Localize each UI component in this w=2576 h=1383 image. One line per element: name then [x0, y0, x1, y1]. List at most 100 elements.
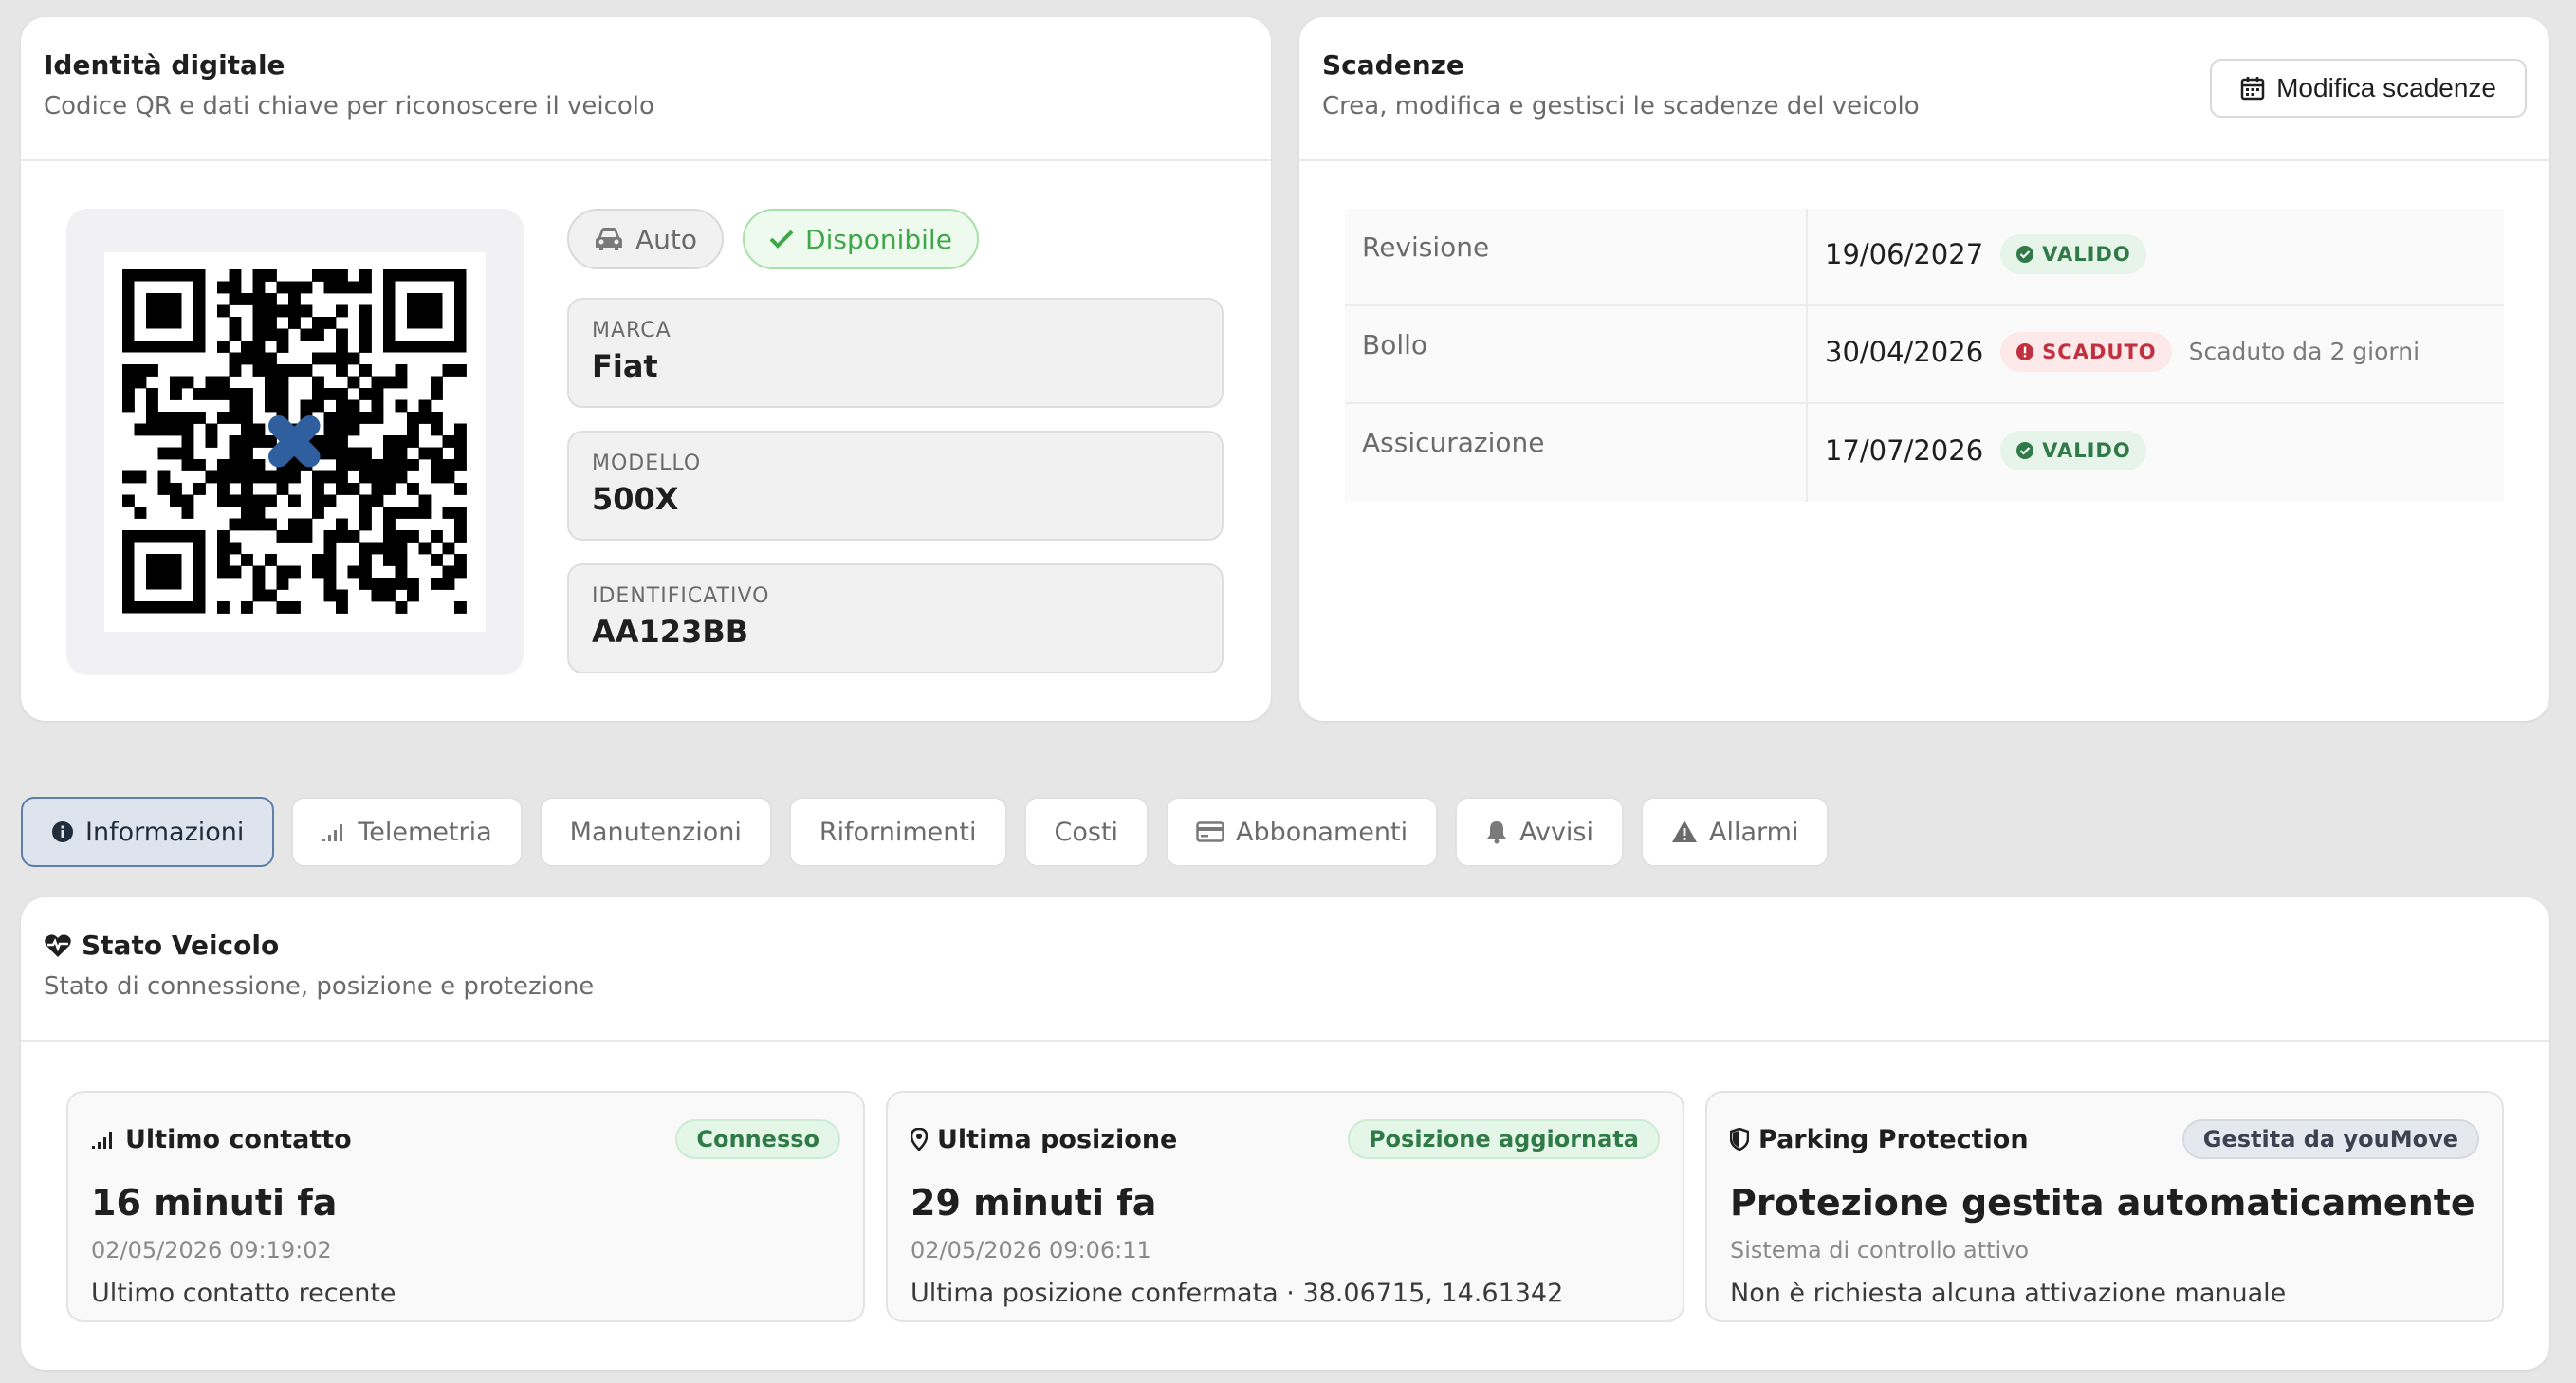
vehicle-type-label: Auto [635, 223, 698, 255]
last-contact-value: 16 minuti fa [91, 1182, 338, 1224]
status-badge: VALIDO [2000, 430, 2146, 470]
availability-label: Disponibile [805, 223, 952, 255]
signal-icon [322, 821, 346, 842]
identity-title: Identità digitale [44, 49, 285, 81]
identity-header: Identità digitale Codice QR e dati chiav… [21, 17, 1271, 161]
identifier-field: IDENTIFICATIVO AA123BB [567, 563, 1224, 673]
identifier-value: AA123BB [592, 614, 749, 650]
signal-icon [91, 1129, 116, 1150]
brand-value: Fiat [592, 348, 658, 384]
tab-avvisi[interactable]: Avvisi [1455, 797, 1624, 867]
vehicle-tabs: Informazioni Telemetria Manutenzioni Rif… [21, 797, 1830, 867]
last-contact-description: Ultimo contatto recente [91, 1279, 396, 1308]
tab-label: Abbonamenti [1236, 817, 1408, 847]
status-badge-label: VALIDO [2042, 438, 2131, 462]
credit-card-icon [1196, 821, 1224, 842]
parking-protection-system: Sistema di controllo attivo [1730, 1237, 2030, 1263]
status-title: Stato Veicolo [82, 930, 280, 961]
last-position-title: Ultima posizione [937, 1124, 1178, 1154]
tab-informazioni[interactable]: Informazioni [21, 797, 275, 867]
tab-label: Manutenzioni [569, 817, 742, 847]
deadlines-table: Revisione 19/06/2027 VALIDO Bollo 30/04/… [1345, 209, 2504, 502]
tab-label: Allarmi [1709, 817, 1799, 847]
deadline-date: 17/07/2026 [1825, 433, 1984, 467]
last-position-title-row: Ultima posizione [911, 1125, 1177, 1154]
last-contact-title-row: Ultimo contatto [91, 1125, 352, 1154]
deadline-name: Assicurazione [1345, 404, 1808, 502]
last-contact-timestamp: 02/05/2026 09:19:02 [91, 1237, 332, 1263]
deadline-value: 30/04/2026 SCADUTO Scaduto da 2 giorni [1808, 301, 2504, 402]
bell-icon [1485, 820, 1508, 844]
qr-panel [66, 209, 524, 675]
alert-circle-icon [2015, 342, 2034, 361]
parking-protection-card: Parking Protection Gestita da youMove Pr… [1705, 1091, 2504, 1322]
connected-tag: Connesso [675, 1119, 840, 1159]
deadline-row-assicurazione: Assicurazione 17/07/2026 VALIDO [1345, 404, 2504, 502]
tab-costi[interactable]: Costi [1023, 797, 1150, 867]
tab-manutenzioni[interactable]: Manutenzioni [539, 797, 772, 867]
parking-protection-value: Protezione gestita automaticamente [1730, 1182, 2475, 1224]
tab-label: Informazioni [85, 817, 245, 847]
tab-label: Costi [1054, 817, 1119, 847]
status-badge-label: VALIDO [2042, 242, 2131, 266]
model-field: MODELLO 500X [567, 431, 1224, 541]
check-circle-icon [2015, 441, 2034, 460]
last-contact-title: Ultimo contatto [125, 1124, 352, 1154]
identity-card: Identità digitale Codice QR e dati chiav… [21, 17, 1271, 721]
last-position-value: 29 minuti fa [911, 1182, 1157, 1224]
map-pin-icon [911, 1128, 928, 1151]
tab-label: Rifornimenti [819, 817, 977, 847]
deadlines-header: Scadenze Crea, modifica e gestisci le sc… [1299, 17, 2549, 161]
shield-icon [1730, 1128, 1749, 1151]
last-contact-card: Ultimo contatto Connesso 16 minuti fa 02… [66, 1091, 865, 1322]
deadline-name: Bollo [1345, 306, 1808, 402]
deadline-value: 19/06/2027 VALIDO [1808, 203, 2504, 304]
brand-field: MARCA Fiat [567, 298, 1224, 408]
tab-label: Avvisi [1519, 817, 1593, 847]
position-updated-tag: Posizione aggiornata [1347, 1119, 1660, 1159]
calendar-icon [2240, 76, 2265, 101]
last-position-description: Ultima posizione confermata · 38.06715, … [911, 1279, 1564, 1308]
qr-code [104, 252, 486, 632]
deadline-value: 17/07/2026 VALIDO [1808, 398, 2504, 502]
check-icon [769, 229, 794, 249]
tab-rifornimenti[interactable]: Rifornimenti [788, 797, 1007, 867]
deadline-date: 30/04/2026 [1825, 335, 1984, 368]
tab-abbonamenti[interactable]: Abbonamenti [1166, 797, 1439, 867]
deadline-name: Revisione [1345, 209, 1808, 304]
identifier-label: IDENTIFICATIVO [592, 584, 770, 608]
brand-label: MARCA [592, 319, 672, 342]
model-label: MODELLO [592, 452, 702, 475]
edit-deadlines-label: Modifica scadenze [2276, 73, 2496, 102]
identity-subtitle: Codice QR e dati chiave per riconoscere … [44, 92, 654, 120]
warning-icon [1671, 820, 1698, 844]
identity-pills: Auto Disponibile [567, 209, 979, 269]
info-icon [51, 821, 74, 843]
tab-telemetria[interactable]: Telemetria [291, 797, 523, 867]
deadline-date: 19/06/2027 [1825, 237, 1984, 270]
parking-protection-title: Parking Protection [1758, 1124, 2029, 1154]
deadline-row-revisione: Revisione 19/06/2027 VALIDO [1345, 209, 2504, 306]
parking-protection-title-row: Parking Protection [1730, 1125, 2029, 1154]
tab-allarmi[interactable]: Allarmi [1641, 797, 1830, 867]
last-position-card: Ultima posizione Posizione aggiornata 29… [886, 1091, 1684, 1322]
edit-deadlines-button[interactable]: Modifica scadenze [2210, 59, 2527, 118]
model-value: 500X [592, 481, 679, 517]
parking-protection-description: Non è richiesta alcuna attivazione manua… [1730, 1279, 2287, 1308]
status-badge-label: SCADUTO [2042, 340, 2157, 363]
check-circle-icon [2015, 245, 2034, 264]
deadline-note: Scaduto da 2 giorni [2188, 338, 2420, 365]
status-badge: SCADUTO [2000, 331, 2172, 372]
car-icon [594, 226, 624, 252]
availability-pill: Disponibile [743, 209, 979, 269]
deadlines-card: Scadenze Crea, modifica e gestisci le sc… [1299, 17, 2549, 721]
tab-label: Telemetria [358, 817, 492, 847]
status-header: Stato Veicolo Stato di connessione, posi… [21, 897, 2549, 1042]
status-badge: VALIDO [2000, 233, 2146, 274]
vehicle-status-card: Stato Veicolo Stato di connessione, posi… [21, 897, 2549, 1370]
vehicle-type-pill: Auto [567, 209, 725, 269]
deadline-row-bollo: Bollo 30/04/2026 SCADUTO Scaduto da 2 gi… [1345, 306, 2504, 404]
status-title-row: Stato Veicolo [44, 930, 2527, 961]
managed-by-tag: Gestita da youMove [2181, 1119, 2479, 1159]
heartbeat-icon [44, 932, 72, 959]
